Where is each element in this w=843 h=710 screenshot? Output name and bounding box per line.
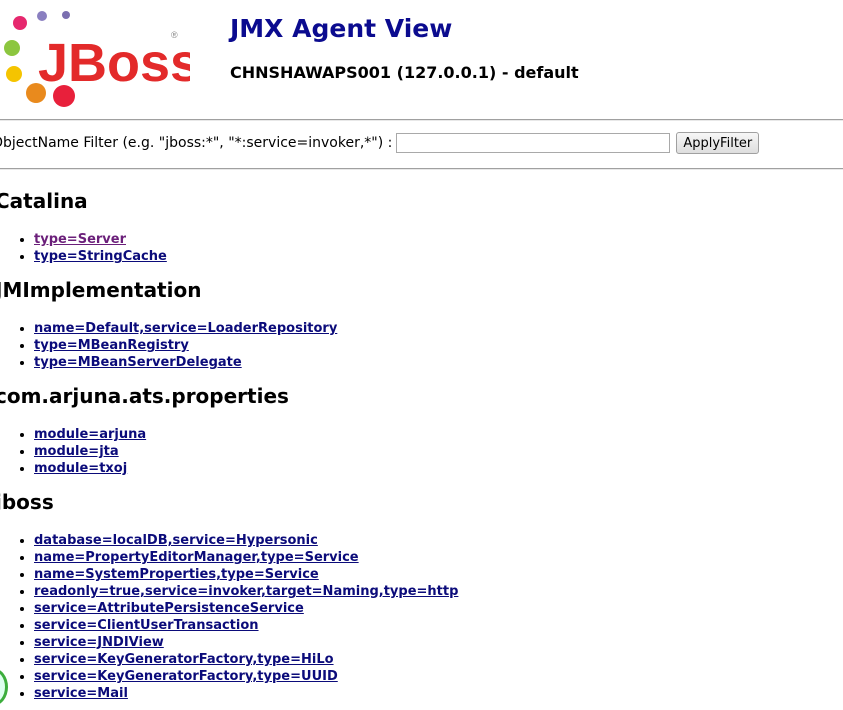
mbean-link[interactable]: module=arjuna	[34, 427, 146, 442]
domain-heading: jboss	[0, 490, 54, 514]
list-item: type=Server	[34, 231, 843, 248]
list-item: service=JNDIView	[34, 634, 843, 651]
mbean-link[interactable]: service=KeyGeneratorFactory,type=HiLo	[34, 652, 334, 667]
objectname-filter-form: ObjectName Filter (e.g. "jboss:*", "*:se…	[0, 131, 760, 155]
mbean-list: name=Default,service=LoaderRepository ty…	[0, 320, 843, 371]
list-item: module=txoj	[34, 460, 843, 477]
list-item: readonly=true,service=invoker,target=Nam…	[34, 583, 843, 600]
mbean-link[interactable]: type=StringCache	[34, 249, 167, 264]
server-subtitle: CHNSHAWAPS001 (127.0.0.1) - default	[230, 63, 579, 82]
mbean-link[interactable]: type=Server	[34, 232, 126, 247]
jmx-agent-view-page: JBoss ® JMX Agent View CHNSHAWAPS001 (12…	[0, 0, 843, 710]
page-title: JMX Agent View	[230, 14, 453, 43]
domain-heading: JMImplementation	[0, 278, 202, 302]
filter-input[interactable]	[396, 133, 671, 153]
list-item: service=AttributePersistenceService	[34, 600, 843, 617]
domain-heading: Catalina	[0, 189, 88, 213]
mbean-link[interactable]: type=MBeanRegistry	[34, 338, 189, 353]
mbean-list: database=localDB,service=Hypersonic name…	[0, 532, 843, 702]
svg-text:®: ®	[171, 30, 178, 40]
jboss-logo: JBoss ®	[4, 11, 190, 107]
divider-top	[0, 119, 843, 121]
apply-filter-button[interactable]: ApplyFilter	[676, 132, 760, 154]
list-item: name=Default,service=LoaderRepository	[34, 320, 843, 337]
mbean-link[interactable]: module=txoj	[34, 461, 127, 476]
list-item: type=StringCache	[34, 248, 843, 265]
mbean-link[interactable]: service=AttributePersistenceService	[34, 601, 304, 616]
list-item: module=jta	[34, 443, 843, 460]
mbean-link[interactable]: name=Default,service=LoaderRepository	[34, 321, 337, 336]
mbean-link[interactable]: service=JNDIView	[34, 635, 164, 650]
list-item: name=PropertyEditorManager,type=Service	[34, 549, 843, 566]
filter-label: ObjectName Filter (e.g. "jboss:*", "*:se…	[0, 135, 393, 151]
mbean-link[interactable]: name=PropertyEditorManager,type=Service	[34, 550, 359, 565]
list-item: database=localDB,service=Hypersonic	[34, 532, 843, 549]
mbean-link[interactable]: database=localDB,service=Hypersonic	[34, 533, 318, 548]
list-item: service=ClientUserTransaction	[34, 617, 843, 634]
domain-heading: com.arjuna.ats.properties	[0, 384, 289, 408]
list-item: type=MBeanServerDelegate	[34, 354, 843, 371]
mbean-link[interactable]: service=KeyGeneratorFactory,type=UUID	[34, 669, 338, 684]
domain-list: Catalina type=Server type=StringCache JM…	[0, 188, 843, 710]
list-item: name=SystemProperties,type=Service	[34, 566, 843, 583]
mbean-list: type=Server type=StringCache	[0, 231, 843, 265]
list-item: type=MBeanRegistry	[34, 337, 843, 354]
mbean-link[interactable]: readonly=true,service=invoker,target=Nam…	[34, 584, 458, 599]
mbean-list: module=arjuna module=jta module=txoj	[0, 426, 843, 477]
list-item: service=Mail	[34, 685, 843, 702]
list-item: module=arjuna	[34, 426, 843, 443]
mbean-link[interactable]: name=SystemProperties,type=Service	[34, 567, 319, 582]
mbean-link[interactable]: service=ClientUserTransaction	[34, 618, 259, 633]
list-item: service=KeyGeneratorFactory,type=UUID	[34, 668, 843, 685]
divider-bottom	[0, 168, 843, 170]
mbean-link[interactable]: service=Mail	[34, 686, 128, 701]
mbean-link[interactable]: module=jta	[34, 444, 119, 459]
logo-wordmark: JBoss	[38, 33, 190, 93]
mbean-link[interactable]: type=MBeanServerDelegate	[34, 355, 242, 370]
list-item: service=KeyGeneratorFactory,type=HiLo	[34, 651, 843, 668]
